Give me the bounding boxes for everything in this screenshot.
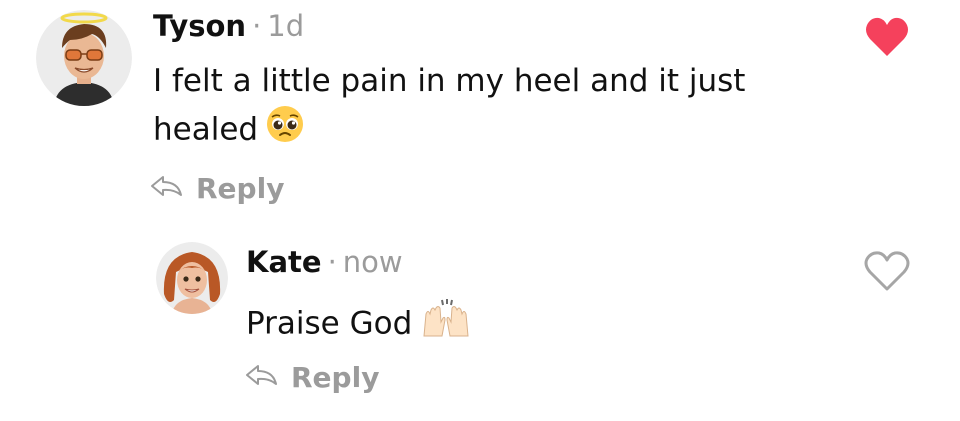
author-name[interactable]: Kate	[246, 245, 322, 279]
reply-arrow-icon	[150, 172, 184, 205]
avatar-image	[36, 10, 132, 106]
comment-text-content: Praise God	[246, 305, 413, 342]
reply-arrow-icon	[245, 361, 279, 394]
avatar[interactable]	[36, 10, 132, 106]
heart-icon	[864, 251, 910, 291]
author-name[interactable]: Tyson	[153, 9, 246, 43]
comment-text: Praise God	[246, 296, 886, 354]
comment: Tyson · 1d I felt a little pain in my heel…	[0, 0, 960, 230]
comment-text-content: I felt a little pain in my heel and it j…	[153, 63, 746, 148]
heart-icon	[866, 17, 908, 56]
comment-header: Tyson · 1d	[153, 12, 304, 41]
reply-label: Reply	[291, 361, 380, 394]
avatar[interactable]	[156, 242, 228, 314]
reply-label: Reply	[196, 172, 285, 205]
separator-dot: ·	[327, 245, 337, 279]
reply-comment: Kate · now Praise God Reply	[0, 230, 960, 421]
like-button[interactable]	[864, 16, 910, 58]
separator-dot: ·	[252, 9, 262, 43]
reply-button[interactable]: Reply	[245, 361, 379, 394]
avatar-image	[156, 242, 228, 314]
timestamp: now	[342, 245, 403, 279]
pleading-face-icon	[266, 105, 304, 157]
comment-text: I felt a little pain in my heel and it j…	[153, 57, 793, 157]
reply-button[interactable]: Reply	[150, 172, 284, 205]
comment-header: Kate · now	[246, 248, 403, 277]
like-button[interactable]	[864, 250, 910, 292]
raising-hands-icon	[420, 296, 472, 354]
timestamp: 1d	[267, 9, 305, 43]
